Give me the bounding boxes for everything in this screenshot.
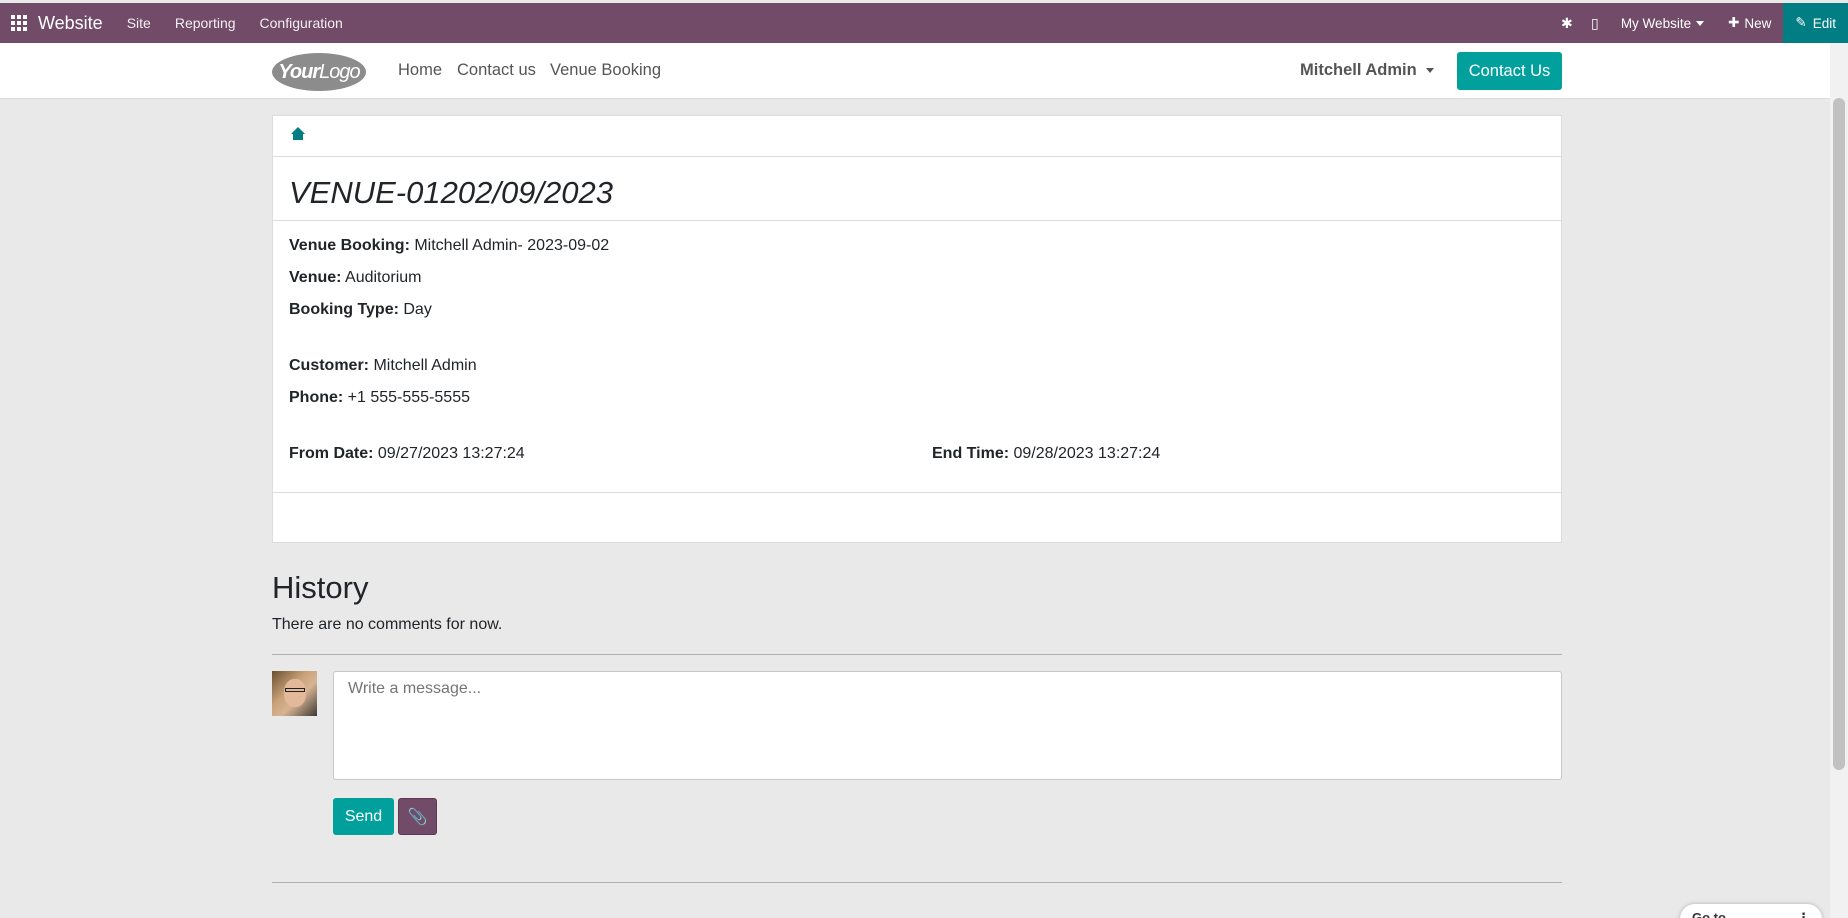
- logo-text: Logo: [319, 60, 360, 83]
- paperclip-icon: 📎: [407, 808, 428, 826]
- field-label: Venue Booking:: [289, 237, 410, 254]
- field-label: Customer:: [289, 357, 370, 374]
- edit-button-label: Edit: [1812, 15, 1836, 31]
- field-value: 09/28/2023 13:27:24: [1009, 445, 1161, 462]
- booking-title: VENUE-01202/09/2023: [273, 157, 1561, 221]
- site-logo[interactable]: Your Logo: [272, 53, 366, 91]
- no-comments-text: There are no comments for now.: [272, 616, 503, 633]
- breadcrumb: [273, 116, 1561, 157]
- logo-text-bold: Your: [278, 60, 320, 83]
- scrollbar-thumb[interactable]: [1833, 98, 1845, 770]
- website-switcher[interactable]: My Website: [1620, 15, 1705, 31]
- chevron-down-icon: [1696, 20, 1705, 26]
- user-menu[interactable]: Mitchell Admin: [1300, 61, 1434, 80]
- field-end-time: End Time: 09/28/2023 13:27:24: [932, 445, 1160, 463]
- field-customer: Customer: Mitchell Admin: [289, 357, 477, 375]
- field-value: Auditorium: [341, 269, 422, 286]
- booking-details: Venue Booking: Mitchell Admin- 2023-09-0…: [273, 221, 1561, 493]
- divider: [272, 654, 1562, 655]
- field-value: Mitchell Admin: [369, 357, 477, 374]
- bug-icon[interactable]: ✱: [1553, 15, 1581, 32]
- website-header: Your Logo Home Contact us Venue Booking M…: [0, 43, 1830, 99]
- nav-home[interactable]: Home: [398, 61, 442, 80]
- plus-icon: ✚: [1728, 15, 1740, 30]
- apps-menu-icon[interactable]: [0, 3, 38, 43]
- field-phone: Phone: +1 555-555-5555: [289, 389, 470, 407]
- field-label: From Date:: [289, 445, 374, 462]
- avatar: [272, 671, 317, 716]
- menu-site[interactable]: Site: [127, 15, 151, 31]
- nav-venue-booking[interactable]: Venue Booking: [550, 61, 661, 80]
- user-name: Mitchell Admin: [1300, 61, 1417, 79]
- field-venue: Venue: Auditorium: [289, 269, 422, 287]
- contact-us-button[interactable]: Contact Us: [1457, 52, 1562, 90]
- field-label: End Time:: [932, 445, 1010, 462]
- app-brand[interactable]: Website: [38, 13, 103, 34]
- new-button[interactable]: ✚ New: [1728, 15, 1771, 31]
- send-button[interactable]: Send: [333, 798, 394, 835]
- admin-navbar: Website Site Reporting Configuration ✱ ▯…: [0, 0, 1848, 43]
- go-to-frontend-tab[interactable]: Go to Frontend ⋮: [1680, 904, 1822, 918]
- chevron-down-icon: [1425, 68, 1434, 73]
- mobile-preview-icon[interactable]: ▯: [1581, 15, 1609, 32]
- booking-card: VENUE-01202/09/2023 Venue Booking: Mitch…: [272, 115, 1562, 543]
- field-from-date: From Date: 09/27/2023 13:27:24: [289, 445, 525, 463]
- field-value: Mitchell Admin- 2023-09-02: [409, 237, 610, 254]
- page-scrollbar[interactable]: [1830, 43, 1848, 918]
- more-icon[interactable]: ⋮: [1797, 910, 1810, 918]
- history-heading: History: [272, 570, 369, 605]
- field-venue-booking: Venue Booking: Mitchell Admin- 2023-09-0…: [289, 237, 609, 255]
- message-input[interactable]: [333, 671, 1562, 780]
- field-label: Booking Type:: [289, 301, 399, 318]
- divider: [272, 882, 1562, 883]
- pencil-icon: ✎: [1795, 15, 1807, 30]
- new-button-label: New: [1744, 15, 1772, 31]
- menu-reporting[interactable]: Reporting: [175, 15, 236, 31]
- field-label: Phone:: [289, 389, 344, 406]
- home-icon[interactable]: [291, 127, 305, 140]
- field-value: +1 555-555-5555: [343, 389, 470, 406]
- go-to-frontend-label: Go to Frontend: [1692, 910, 1726, 918]
- menu-configuration[interactable]: Configuration: [260, 15, 343, 31]
- edit-button[interactable]: ✎ Edit: [1783, 3, 1848, 43]
- nav-contact-us[interactable]: Contact us: [457, 61, 536, 80]
- field-label: Venue:: [289, 269, 342, 286]
- field-booking-type: Booking Type: Day: [289, 301, 432, 319]
- field-value: 09/27/2023 13:27:24: [373, 445, 525, 462]
- attach-button[interactable]: 📎: [398, 798, 437, 835]
- admin-navbar-right: ✱ ▯ My Website ✚ New ✎ Edit: [1553, 3, 1848, 43]
- field-value: Day: [398, 301, 432, 318]
- website-switcher-label: My Website: [1620, 15, 1692, 31]
